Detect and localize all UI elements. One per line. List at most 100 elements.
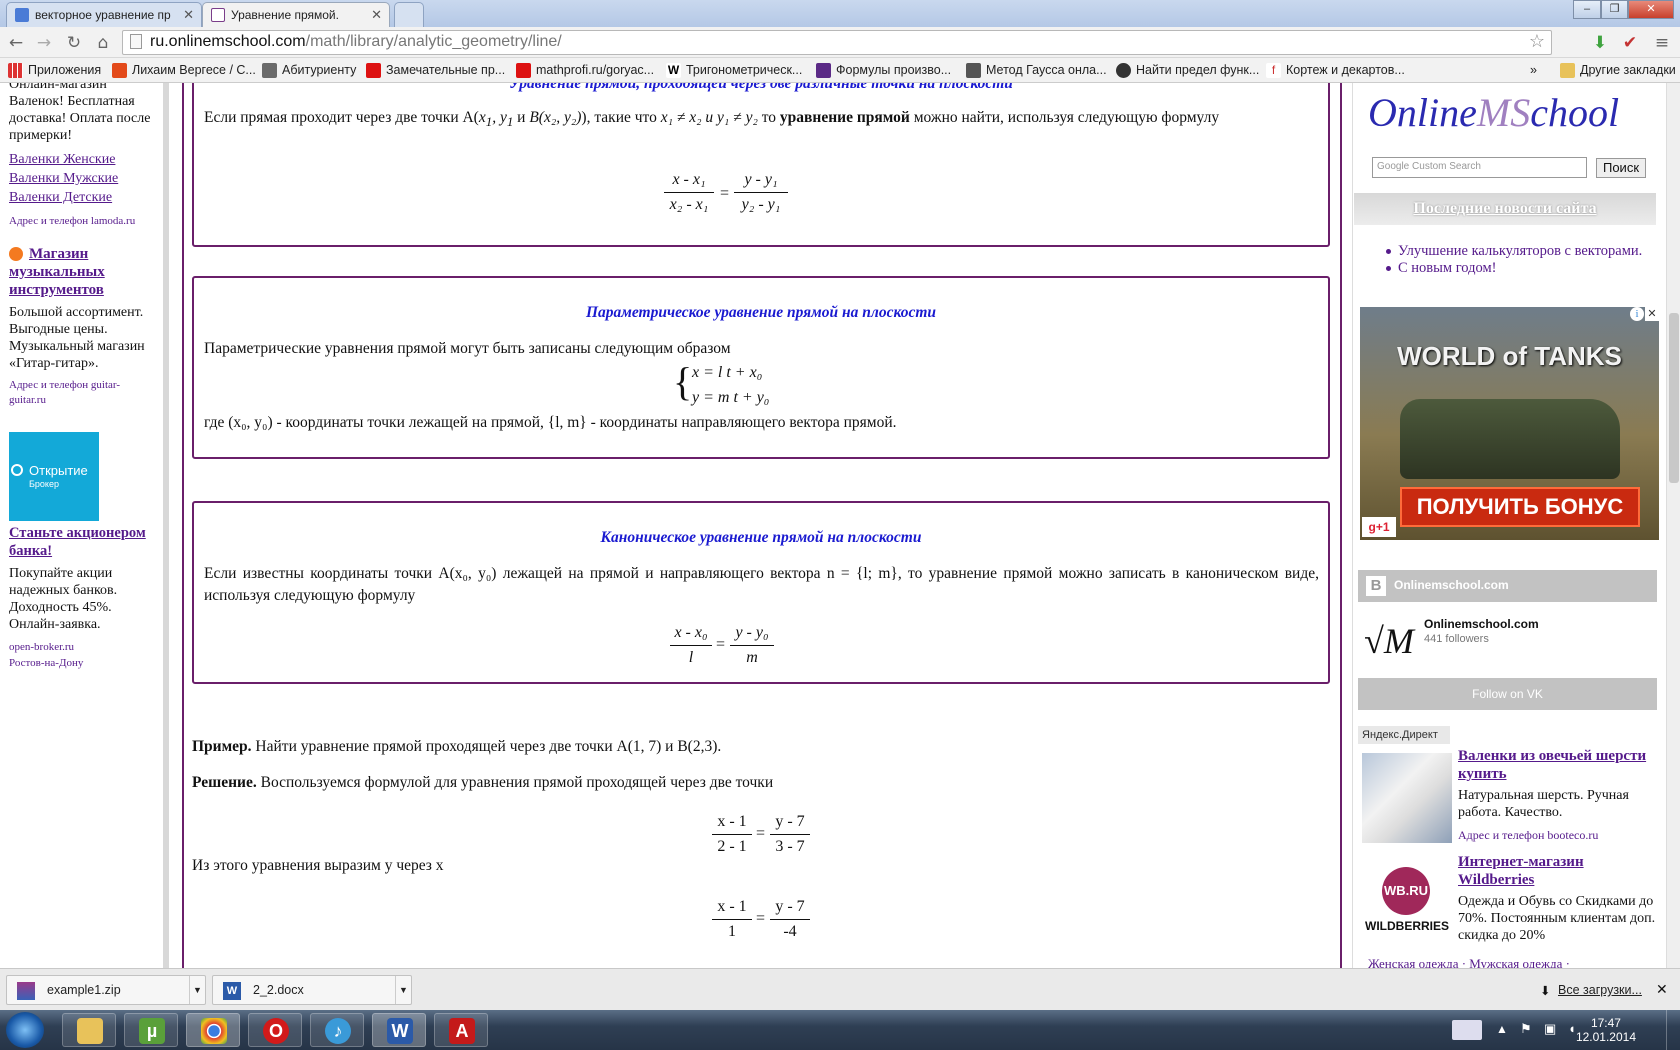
network-icon[interactable]: ▣ bbox=[1544, 1021, 1556, 1037]
ad-text: Натуральная шерсть. Ручная работа. Качес… bbox=[1458, 788, 1629, 820]
bookmark-label: Абитуриенту bbox=[282, 63, 357, 77]
scrollbar-thumb[interactable] bbox=[1669, 313, 1679, 483]
all-downloads-link[interactable]: Все загрузки... bbox=[1558, 983, 1642, 997]
ad-contact[interactable]: Адрес и телефон lamoda.ru bbox=[9, 213, 135, 230]
vk-community-name[interactable]: Onlinemschool.com bbox=[1424, 617, 1539, 631]
home-icon[interactable]: ⌂ bbox=[93, 33, 113, 53]
close-downloads-icon[interactable]: ✕ bbox=[1656, 981, 1668, 998]
canonical-line-section: Каноническое уравнение прямой на плоскос… bbox=[192, 501, 1330, 684]
section-title: Параметрическое уравнение прямой на плос… bbox=[585, 304, 937, 321]
download-item[interactable]: W 2_2.docx ▼ bbox=[212, 975, 412, 1005]
news-item[interactable]: Улучшение калькуляторов с векторами. bbox=[1398, 243, 1642, 260]
ad-title-link[interactable]: Интернет-магазин Wildberries bbox=[1458, 853, 1658, 889]
close-window-button[interactable]: ✕ bbox=[1628, 0, 1674, 19]
bookmark-item[interactable]: Замечательные пр... bbox=[366, 63, 505, 78]
ad-close-icon[interactable]: ✕ bbox=[1645, 307, 1659, 321]
maximize-button[interactable]: ❐ bbox=[1601, 0, 1628, 19]
download-item[interactable]: example1.zip ▼ bbox=[6, 975, 206, 1005]
ad-link[interactable]: Валенки Мужские bbox=[9, 170, 118, 187]
otkritie-banner[interactable]: Открытие Брокер bbox=[9, 432, 99, 521]
taskbar-explorer[interactable] bbox=[62, 1013, 116, 1047]
vk-widget-title[interactable]: Onlinemschool.com bbox=[1394, 578, 1509, 592]
ad-info-icon[interactable]: i bbox=[1630, 307, 1644, 321]
bookmark-item[interactable]: mathprofi.ru/goryac... bbox=[516, 63, 654, 78]
logo-part: chool bbox=[1530, 90, 1620, 135]
taskbar-chrome[interactable] bbox=[186, 1013, 240, 1047]
bookmark-item[interactable]: Лихаим Вергесе / С... bbox=[112, 63, 256, 78]
ad-title-link[interactable]: Магазин музыкальных инструментов bbox=[9, 245, 154, 299]
ad-contact[interactable]: Адрес и телефон guitar-guitar.ru bbox=[9, 378, 154, 408]
community-avatar[interactable]: √M bbox=[1364, 615, 1414, 667]
bookmark-item[interactable]: W Тригонометрическ... bbox=[666, 63, 802, 78]
action-center-flag-icon[interactable]: ⚑ bbox=[1520, 1021, 1532, 1037]
section-title: Каноническое уравнение прямой на плоскос… bbox=[600, 529, 922, 546]
keyboard-layout-icon[interactable] bbox=[1452, 1020, 1482, 1040]
bookmark-item[interactable]: Формулы произво... bbox=[816, 63, 951, 78]
bookmark-star-icon[interactable]: ☆ bbox=[1529, 31, 1545, 52]
ad-title-link[interactable]: Валенки из овечьей шерсти купить bbox=[1458, 747, 1658, 783]
address-bar[interactable]: ru.onlinemschool.com/math/library/analyt… bbox=[122, 30, 1552, 55]
minimize-button[interactable]: – bbox=[1573, 0, 1601, 19]
taskbar-utorrent[interactable]: µ bbox=[124, 1013, 178, 1047]
download-menu-chevron-icon[interactable]: ▼ bbox=[189, 976, 205, 1004]
taskbar-opera[interactable]: O bbox=[248, 1013, 302, 1047]
fraction-left: x - 1 2 - 1 bbox=[712, 813, 752, 856]
start-button[interactable] bbox=[6, 1012, 44, 1048]
other-bookmarks-folder[interactable]: Другие закладки bbox=[1560, 63, 1676, 78]
close-tab-icon[interactable]: ✕ bbox=[183, 7, 194, 23]
ad-link[interactable]: Валенки Детские bbox=[9, 189, 112, 206]
denominator: y₂ - y₁ bbox=[741, 196, 781, 213]
felt-boots-image[interactable] bbox=[1362, 753, 1452, 843]
section-paragraph: где (x₀, y₀) - координаты точки лежащей … bbox=[204, 414, 897, 431]
ad-contact[interactable]: Адрес и телефон booteco.ru bbox=[1458, 828, 1598, 843]
reload-icon[interactable]: ↻ bbox=[64, 33, 84, 53]
close-tab-icon[interactable]: ✕ bbox=[371, 7, 382, 23]
downloads-bar: example1.zip ▼ W 2_2.docx ▼ ⬇ Все загруз… bbox=[0, 968, 1680, 1010]
new-tab-button[interactable] bbox=[394, 2, 424, 27]
bookmark-item[interactable]: f Кортеж и декартов... bbox=[1266, 63, 1405, 78]
get-bonus-button[interactable]: ПОЛУЧИТЬ БОНУС bbox=[1400, 487, 1640, 527]
tab-vector-equation[interactable]: векторное уравнение пр ✕ bbox=[6, 2, 202, 27]
show-desktop-button[interactable] bbox=[1666, 1010, 1680, 1050]
denominator: l bbox=[688, 649, 694, 666]
news-header[interactable]: Последние новости сайта bbox=[1354, 193, 1656, 225]
extension-icon[interactable]: ✔ bbox=[1620, 33, 1640, 53]
search-button[interactable]: Поиск bbox=[1596, 158, 1646, 178]
news-item[interactable]: С новым годом! bbox=[1398, 260, 1496, 277]
bookmarks-overflow-button[interactable]: » bbox=[1530, 63, 1537, 77]
back-arrow-icon[interactable]: ← bbox=[6, 33, 26, 53]
bookmark-item[interactable]: Метод Гаусса онла... bbox=[966, 63, 1107, 78]
volume-icon[interactable]: ◖ bbox=[1568, 1021, 1576, 1037]
page-scrollbar[interactable] bbox=[1666, 83, 1680, 968]
taskbar-acrobat[interactable]: A bbox=[434, 1013, 488, 1047]
download-extension-icon[interactable]: ⬇ bbox=[1590, 33, 1610, 53]
logo-part: MS bbox=[1476, 90, 1531, 135]
menu-icon[interactable]: ≡ bbox=[1652, 33, 1672, 53]
wikipedia-icon: W bbox=[666, 63, 681, 78]
ad-link[interactable]: Валенки Женские bbox=[9, 151, 115, 168]
system-clock[interactable]: 17:47 12.01.2014 bbox=[1576, 1016, 1636, 1044]
download-menu-chevron-icon[interactable]: ▼ bbox=[395, 976, 411, 1004]
denominator: -4 bbox=[783, 923, 797, 940]
acrobat-icon: A bbox=[449, 1018, 475, 1044]
site-logo[interactable]: OnlineMSchool bbox=[1368, 89, 1619, 136]
bookmark-item[interactable]: Абитуриенту bbox=[262, 63, 357, 78]
follow-on-vk-button[interactable]: Follow on VK bbox=[1358, 678, 1657, 710]
yandex-direct-label[interactable]: Яндекс.Директ bbox=[1358, 726, 1450, 744]
ad-contact[interactable]: open-broker.ru bbox=[9, 639, 74, 656]
world-of-tanks-banner[interactable]: WORLD of TANKS ПОЛУЧИТЬ БОНУС g+1 i ✕ bbox=[1360, 307, 1659, 540]
taskbar-itunes[interactable]: ♪ bbox=[310, 1013, 364, 1047]
ad-city[interactable]: Ростов-на-Дону bbox=[9, 655, 83, 672]
ad-title-link[interactable]: Станьте акционером банка! bbox=[9, 524, 159, 560]
ad-links[interactable]: Женская одежда · Мужская одежда · bbox=[1368, 956, 1570, 968]
forward-arrow-icon[interactable]: → bbox=[34, 33, 54, 53]
tab-line-equation[interactable]: Уравнение прямой. ✕ bbox=[202, 2, 390, 27]
wildberries-logo[interactable]: WB.RU WILDBERRIES bbox=[1362, 863, 1452, 948]
bookmark-apps[interactable]: Приложения bbox=[8, 63, 101, 78]
gplus-button[interactable]: g+1 bbox=[1362, 517, 1396, 537]
bookmark-item[interactable]: Найти предел функ... bbox=[1116, 63, 1260, 78]
taskbar-word[interactable]: W bbox=[372, 1013, 426, 1047]
search-input[interactable]: Google Custom Search bbox=[1372, 157, 1587, 178]
bookmark-label: Найти предел функ... bbox=[1136, 63, 1260, 77]
tray-expand-icon[interactable]: ▲ bbox=[1496, 1022, 1508, 1037]
